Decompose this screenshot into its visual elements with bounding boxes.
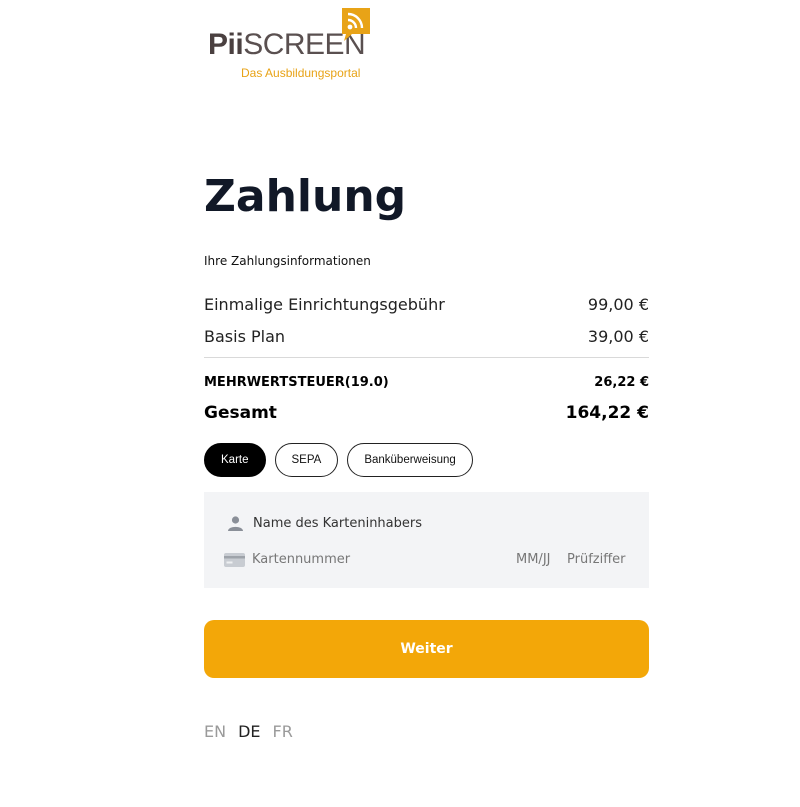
language-switcher: EN DE FR xyxy=(204,722,293,741)
summary-item-setup-fee: Einmalige Einrichtungsgebühr 99,00 € xyxy=(204,295,649,314)
summary-item-label: Basis Plan xyxy=(204,327,286,346)
card-number-input[interactable]: Kartennummer xyxy=(252,552,350,567)
cardholder-name-input[interactable]: Name des Karteninhabers xyxy=(253,516,422,531)
piiscreen-logo: PiiSCREEN Das Ausbildungsportal xyxy=(208,8,378,84)
summary-item-basis-plan: Basis Plan 39,00 € xyxy=(204,327,649,346)
payment-method-tabs: Karte SEPA Banküberweisung xyxy=(204,443,473,477)
summary-item-label: Einmalige Einrichtungsgebühr xyxy=(204,295,445,314)
total-amount: 164,22 € xyxy=(565,403,649,423)
language-en[interactable]: EN xyxy=(204,722,226,741)
summary-total-row: Gesamt 164,22 € xyxy=(204,403,649,423)
person-icon xyxy=(228,516,243,531)
card-cvc-input[interactable]: Prüfziffer xyxy=(567,552,626,567)
logo-tagline: Das Ausbildungsportal xyxy=(241,66,361,80)
payment-method-sepa[interactable]: SEPA xyxy=(274,443,339,477)
payment-method-card[interactable]: Karte xyxy=(204,443,266,477)
page-title: Zahlung xyxy=(204,171,407,222)
credit-card-icon xyxy=(224,553,245,567)
summary-divider xyxy=(204,357,649,358)
tax-amount: 26,22 € xyxy=(594,375,649,390)
total-label: Gesamt xyxy=(204,403,277,423)
language-fr[interactable]: FR xyxy=(273,722,293,741)
language-de[interactable]: DE xyxy=(238,722,260,741)
payment-method-bank-transfer[interactable]: Banküberweisung xyxy=(347,443,473,477)
rss-speech-bubble-icon xyxy=(342,8,370,41)
summary-item-amount: 39,00 € xyxy=(587,327,649,346)
summary-item-amount: 99,00 € xyxy=(587,295,649,314)
page-subtitle: Ihre Zahlungsinformationen xyxy=(204,254,371,268)
continue-button[interactable]: Weiter xyxy=(204,620,649,678)
card-details-form: Name des Karteninhabers Kartennummer MM/… xyxy=(204,492,649,588)
summary-tax-row: MEHRWERTSTEUER(19.0) 26,22 € xyxy=(204,375,649,390)
card-expiry-input[interactable]: MM/JJ xyxy=(516,552,550,567)
tax-label: MEHRWERTSTEUER(19.0) xyxy=(204,375,389,390)
